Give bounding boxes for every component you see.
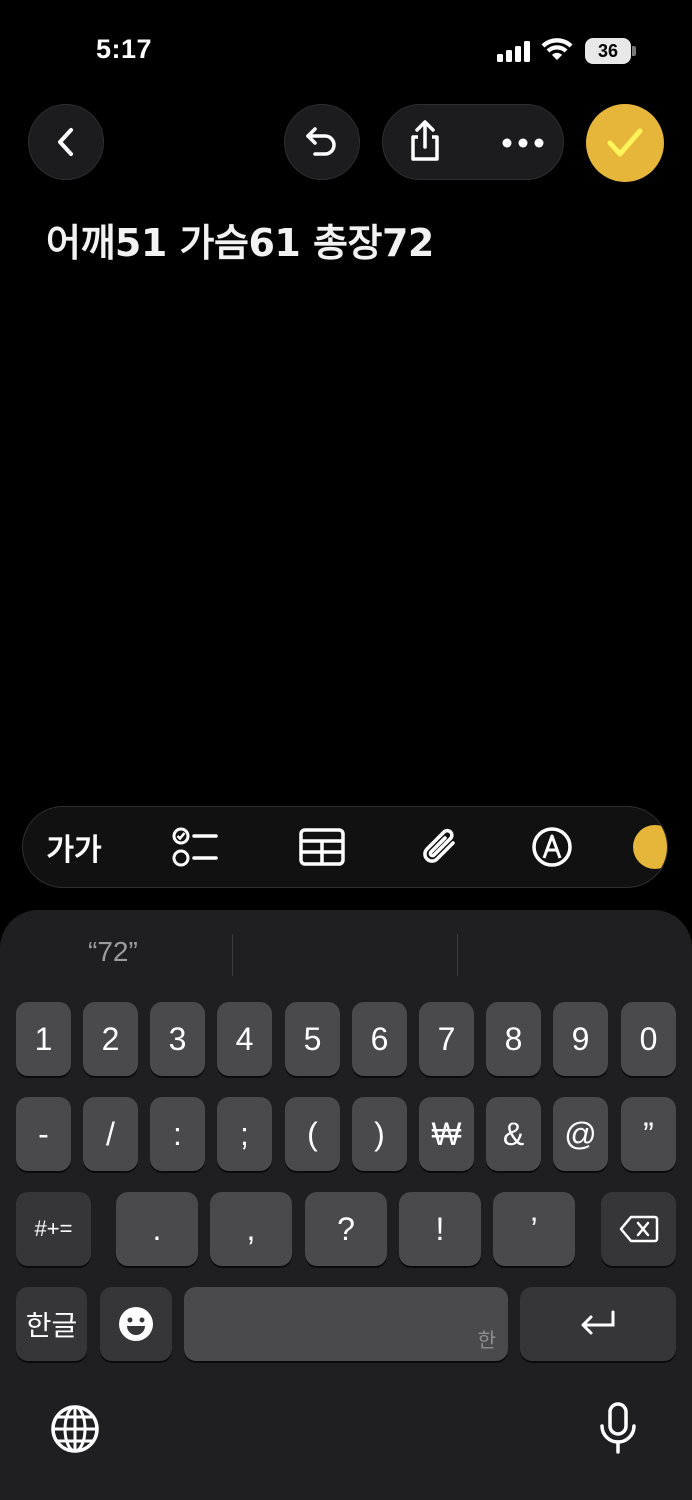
chevron-left-icon: [58, 128, 73, 156]
emoji-key[interactable]: [100, 1287, 172, 1361]
microphone-icon: [600, 1402, 636, 1454]
key-close-paren[interactable]: ): [352, 1097, 407, 1171]
return-icon: [581, 1310, 615, 1335]
globe-button[interactable]: [50, 1404, 100, 1458]
key-apostrophe[interactable]: ’: [493, 1192, 575, 1266]
key-4[interactable]: 4: [217, 1002, 272, 1076]
apple-intelligence-button[interactable]: [625, 807, 667, 887]
backspace-icon: [619, 1215, 658, 1243]
status-time: 5:17: [96, 34, 153, 64]
checklist-icon: [172, 827, 218, 867]
key-exclamation[interactable]: !: [399, 1192, 481, 1266]
key-period[interactable]: .: [116, 1192, 198, 1266]
attachment-icon: [423, 828, 455, 863]
key-question[interactable]: ?: [305, 1192, 387, 1266]
share-more-group: [382, 104, 564, 180]
table-icon: [299, 828, 345, 866]
share-icon: [411, 120, 439, 161]
return-key[interactable]: [520, 1287, 676, 1361]
space-key[interactable]: 한: [184, 1287, 508, 1361]
apple-intelligence-icon: [633, 825, 667, 869]
key-comma[interactable]: ,: [210, 1192, 292, 1266]
wifi-icon: [541, 38, 573, 66]
key-colon[interactable]: :: [150, 1097, 205, 1171]
attachment-button[interactable]: [395, 807, 485, 887]
key-open-paren[interactable]: (: [285, 1097, 340, 1171]
markup-button[interactable]: [507, 807, 597, 887]
markup-icon: [532, 827, 572, 867]
key-quote[interactable]: ”: [621, 1097, 676, 1171]
key-ampersand[interactable]: &: [486, 1097, 541, 1171]
globe-icon: [51, 1405, 99, 1453]
cellular-signal-icon: [497, 40, 531, 62]
key-won[interactable]: ₩: [419, 1097, 474, 1171]
text-format-button[interactable]: 가가: [29, 807, 119, 887]
text-format-icon: 가가: [46, 833, 102, 868]
key-2[interactable]: 2: [83, 1002, 138, 1076]
backspace-key[interactable]: [601, 1192, 676, 1266]
key-hyphen[interactable]: -: [16, 1097, 71, 1171]
key-8[interactable]: 8: [486, 1002, 541, 1076]
undo-button[interactable]: [284, 104, 360, 180]
key-symbols-toggle[interactable]: #+=: [16, 1192, 91, 1266]
key-0[interactable]: 0: [621, 1002, 676, 1076]
key-6[interactable]: 6: [352, 1002, 407, 1076]
key-1[interactable]: 1: [16, 1002, 71, 1076]
key-5[interactable]: 5: [285, 1002, 340, 1076]
format-toolbar: 가가: [22, 806, 668, 888]
suggestion-divider: [457, 934, 458, 976]
table-button[interactable]: [277, 807, 367, 887]
space-language-hint: 한: [477, 1330, 496, 1352]
key-semicolon[interactable]: ;: [217, 1097, 272, 1171]
battery-indicator: 36: [585, 38, 631, 64]
hangul-key[interactable]: 한글: [16, 1287, 87, 1361]
share-button[interactable]: [405, 119, 445, 167]
ellipsis-icon: [502, 138, 544, 148]
note-body-text[interactable]: 어깨51 가슴61 총장72: [46, 212, 434, 267]
suggestion-1[interactable]: “72”: [88, 936, 138, 968]
suggestion-divider: [232, 934, 233, 976]
battery-nub: [632, 46, 636, 56]
key-9[interactable]: 9: [553, 1002, 608, 1076]
dictation-button[interactable]: [598, 1402, 638, 1460]
key-slash[interactable]: /: [83, 1097, 138, 1171]
key-at[interactable]: @: [553, 1097, 608, 1171]
undo-icon: [306, 127, 336, 156]
back-button[interactable]: [28, 104, 104, 180]
done-button[interactable]: [586, 104, 664, 182]
checklist-button[interactable]: [151, 807, 241, 887]
emoji-icon: [119, 1307, 153, 1341]
key-3[interactable]: 3: [150, 1002, 205, 1076]
more-button[interactable]: [501, 129, 545, 161]
key-7[interactable]: 7: [419, 1002, 474, 1076]
checkmark-icon: [607, 128, 643, 157]
